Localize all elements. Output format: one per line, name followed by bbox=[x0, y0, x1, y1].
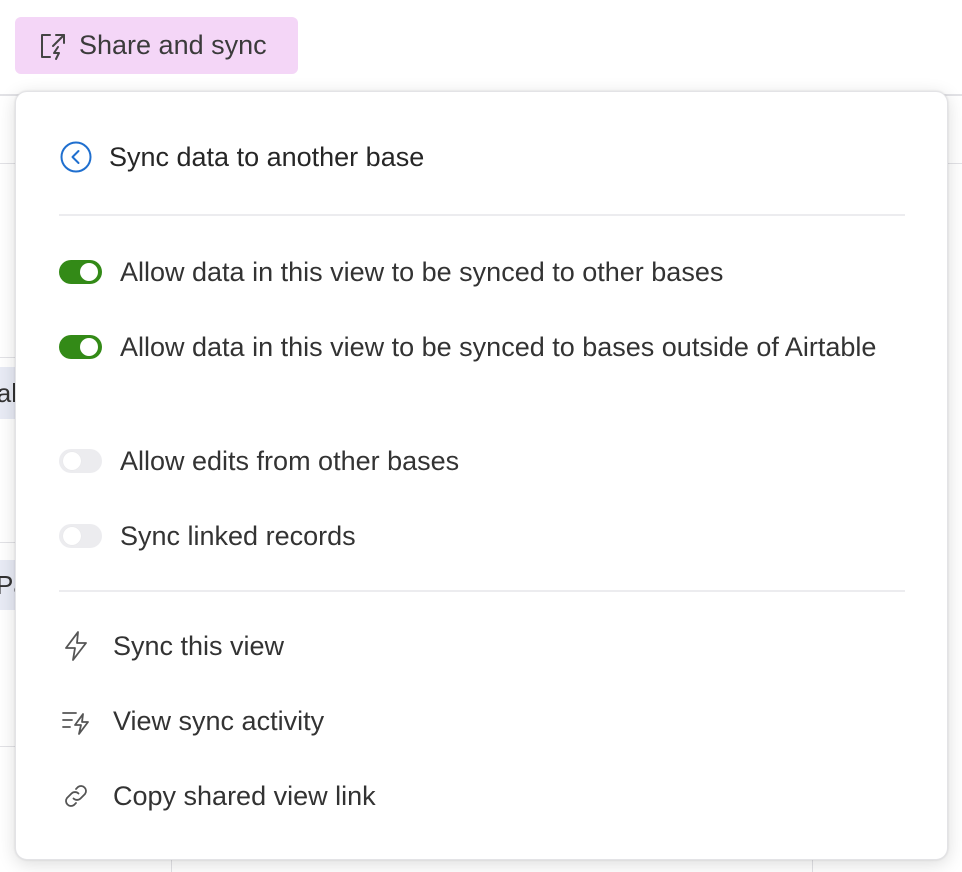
action-label: Sync this view bbox=[113, 630, 285, 661]
background-cell: al bbox=[0, 367, 15, 419]
share-and-sync-button[interactable]: Share and sync bbox=[15, 17, 298, 74]
action-label: View sync activity bbox=[113, 705, 325, 736]
copy-shared-view-link-action[interactable]: Copy shared view link bbox=[59, 779, 376, 813]
toggle-knob bbox=[63, 452, 81, 470]
toggle-label: Sync linked records bbox=[120, 521, 356, 551]
toggle-row-sync-linked-records[interactable]: Sync linked records bbox=[59, 516, 879, 556]
divider bbox=[59, 590, 905, 592]
background-divider bbox=[0, 542, 15, 543]
toggle-row-sync-outside-airtable[interactable]: Allow data in this view to be synced to … bbox=[59, 327, 879, 367]
background-divider bbox=[0, 746, 15, 747]
sync-this-view-action[interactable]: Sync this view bbox=[59, 629, 284, 663]
background-divider bbox=[812, 860, 813, 872]
toggle-label: Allow edits from other bases bbox=[120, 446, 460, 476]
toggle-label: Allow data in this view to be synced to … bbox=[120, 332, 877, 362]
toggle-switch-off[interactable] bbox=[59, 524, 102, 548]
divider bbox=[59, 214, 905, 216]
link-icon bbox=[65, 785, 87, 807]
toggle-row-allow-edits[interactable]: Allow edits from other bases bbox=[59, 441, 879, 481]
background-divider bbox=[0, 357, 15, 358]
back-chevron-circle-icon[interactable] bbox=[59, 140, 93, 174]
toggle-knob bbox=[63, 527, 81, 545]
action-label: Copy shared view link bbox=[113, 780, 376, 811]
toggle-knob bbox=[80, 263, 98, 281]
view-sync-activity-action[interactable]: View sync activity bbox=[59, 704, 324, 738]
popover-title: Sync data to another base bbox=[109, 141, 425, 172]
share-and-sync-label: Share and sync bbox=[79, 30, 267, 60]
lightning-icon bbox=[65, 631, 87, 661]
toggle-switch-on[interactable] bbox=[59, 335, 102, 359]
list-lightning-icon bbox=[62, 712, 89, 735]
toggle-switch-off[interactable] bbox=[59, 449, 102, 473]
toggle-row-sync-other-bases[interactable]: Allow data in this view to be synced to … bbox=[59, 252, 879, 292]
background-divider bbox=[947, 163, 962, 164]
background-divider bbox=[171, 860, 172, 872]
toggle-switch-on[interactable] bbox=[59, 260, 102, 284]
share-sync-icon bbox=[41, 33, 65, 60]
toggle-label: Allow data in this view to be synced to … bbox=[120, 257, 724, 287]
toggle-knob bbox=[80, 338, 98, 356]
background-divider bbox=[0, 163, 15, 164]
sync-popover: Sync data to another base Allow data in … bbox=[15, 91, 948, 860]
popover-header: Sync data to another base bbox=[59, 140, 424, 174]
background-cell: Pa bbox=[0, 560, 15, 610]
